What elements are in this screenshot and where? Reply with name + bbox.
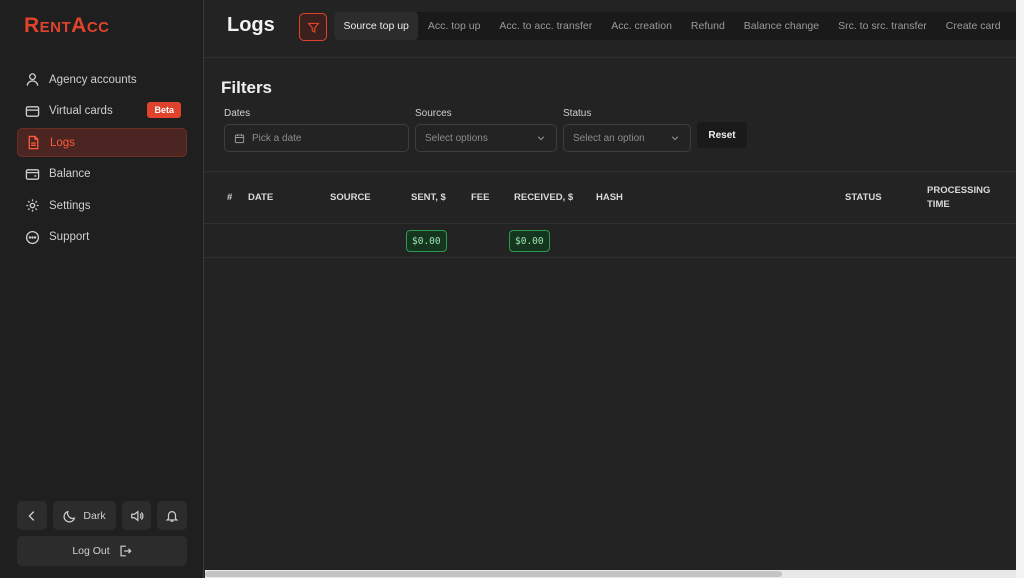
sidebar-item-label: Balance <box>49 168 91 181</box>
tab-acc-top-up[interactable]: Acc. top up <box>418 12 490 40</box>
moon-icon <box>63 510 76 522</box>
sidebar-item-label: Support <box>49 231 90 244</box>
logout-icon <box>120 545 132 557</box>
horizontal-scrollbar-thumb[interactable] <box>205 571 782 577</box>
funnel-icon <box>306 22 320 33</box>
tab-balance-change[interactable]: Balance change <box>734 12 828 40</box>
column-header-time: TIME <box>927 199 950 210</box>
sidebar-item-logs[interactable]: Logs <box>17 128 187 158</box>
page-title: Logs <box>227 14 275 36</box>
bell-icon <box>165 510 179 522</box>
sidebar-nav: Agency accounts Virtual cards Beta Logs <box>17 65 187 255</box>
status-placeholder: Select an option <box>573 132 645 144</box>
sidebar-item-label: Logs <box>50 136 75 149</box>
sources-label: Sources <box>415 108 452 119</box>
sidebar-item-agency-accounts[interactable]: Agency accounts <box>17 65 187 94</box>
header-bar: Logs Source top up Acc. top up Acc. to a… <box>204 0 1016 58</box>
speaker-icon <box>130 509 143 522</box>
tab-acc-creation[interactable]: Acc. creation <box>602 12 682 40</box>
column-header-hash: HASH <box>596 192 623 203</box>
received-amount: $0.00 <box>509 230 550 252</box>
filter-toggle-button[interactable] <box>299 13 327 41</box>
sidebar-controls: Dark <box>17 501 187 530</box>
sidebar-item-label: Settings <box>49 199 91 212</box>
date-picker-input[interactable]: Pick a date <box>224 124 409 152</box>
sidebar-item-label: Agency accounts <box>49 73 137 86</box>
column-header-processing: PROCESSING <box>927 185 991 196</box>
collapse-sidebar-button[interactable] <box>17 501 47 530</box>
sidebar-item-virtual-cards[interactable]: Virtual cards Beta <box>17 97 187 126</box>
sound-toggle-button[interactable] <box>122 501 151 530</box>
column-header-received: RECEIVED, $ <box>514 192 574 203</box>
tab-source-top-up[interactable]: Source top up <box>334 12 419 40</box>
tab-acc-to-acc-transfer[interactable]: Acc. to acc. transfer <box>490 12 602 40</box>
document-icon <box>24 134 42 152</box>
tab-src-to-src-transfer[interactable]: Src. to src. transfer <box>829 12 937 40</box>
sent-amount: $0.00 <box>406 230 447 252</box>
column-header-date: DATE <box>248 192 274 203</box>
theme-toggle-button[interactable]: Dark <box>53 501 116 530</box>
chat-icon <box>23 228 41 246</box>
app-window: RentAcc Agency accounts Virtual cards Be… <box>0 0 1016 578</box>
log-type-tabs: Source top up Acc. top up Acc. to acc. t… <box>334 12 1016 40</box>
logout-button[interactable]: Log Out <box>17 536 187 566</box>
notifications-button[interactable] <box>157 501 187 530</box>
beta-badge: Beta <box>147 101 181 118</box>
table-header: # DATE SOURCE SENT, $ FEE RECEIVED, $ HA… <box>204 171 1016 224</box>
sidebar-item-label: Virtual cards <box>49 105 113 118</box>
column-header-number: # <box>227 192 233 203</box>
filters-title: Filters <box>221 78 273 97</box>
sources-select[interactable]: Select options <box>415 124 557 152</box>
user-icon <box>23 71 41 89</box>
column-header-status: STATUS <box>845 192 882 203</box>
main-content: Logs Source top up Acc. top up Acc. to a… <box>204 0 1016 578</box>
status-select[interactable]: Select an option <box>563 124 691 152</box>
sidebar-item-balance[interactable]: Balance <box>17 160 187 189</box>
chevron-down-icon <box>537 136 545 141</box>
theme-label: Dark <box>83 509 106 522</box>
dates-label: Dates <box>224 108 251 119</box>
tab-refund[interactable]: Refund <box>681 12 734 40</box>
sidebar-item-support[interactable]: Support <box>17 223 187 252</box>
column-header-source: SOURCE <box>330 192 371 203</box>
sources-placeholder: Select options <box>425 132 488 144</box>
credit-card-icon <box>23 102 41 120</box>
chevron-down-icon <box>671 136 679 141</box>
reset-button[interactable]: Reset <box>697 122 747 148</box>
date-placeholder: Pick a date <box>252 132 302 144</box>
gear-icon <box>23 197 41 215</box>
column-header-fee: FEE <box>471 192 490 203</box>
sidebar: RentAcc Agency accounts Virtual cards Be… <box>0 0 204 578</box>
chevron-left-icon <box>28 510 35 521</box>
sidebar-item-settings[interactable]: Settings <box>17 191 187 220</box>
table-row: $0.00 $0.00 <box>204 224 1016 258</box>
logo: RentAcc <box>24 14 110 37</box>
status-label: Status <box>563 108 592 119</box>
calendar-icon <box>234 133 245 143</box>
wallet-icon <box>23 165 41 183</box>
column-header-sent: SENT, $ <box>411 192 446 203</box>
tab-create-card[interactable]: Create card <box>936 12 1010 40</box>
vertical-scrollbar[interactable] <box>1016 0 1024 578</box>
logout-label: Log Out <box>72 545 110 557</box>
